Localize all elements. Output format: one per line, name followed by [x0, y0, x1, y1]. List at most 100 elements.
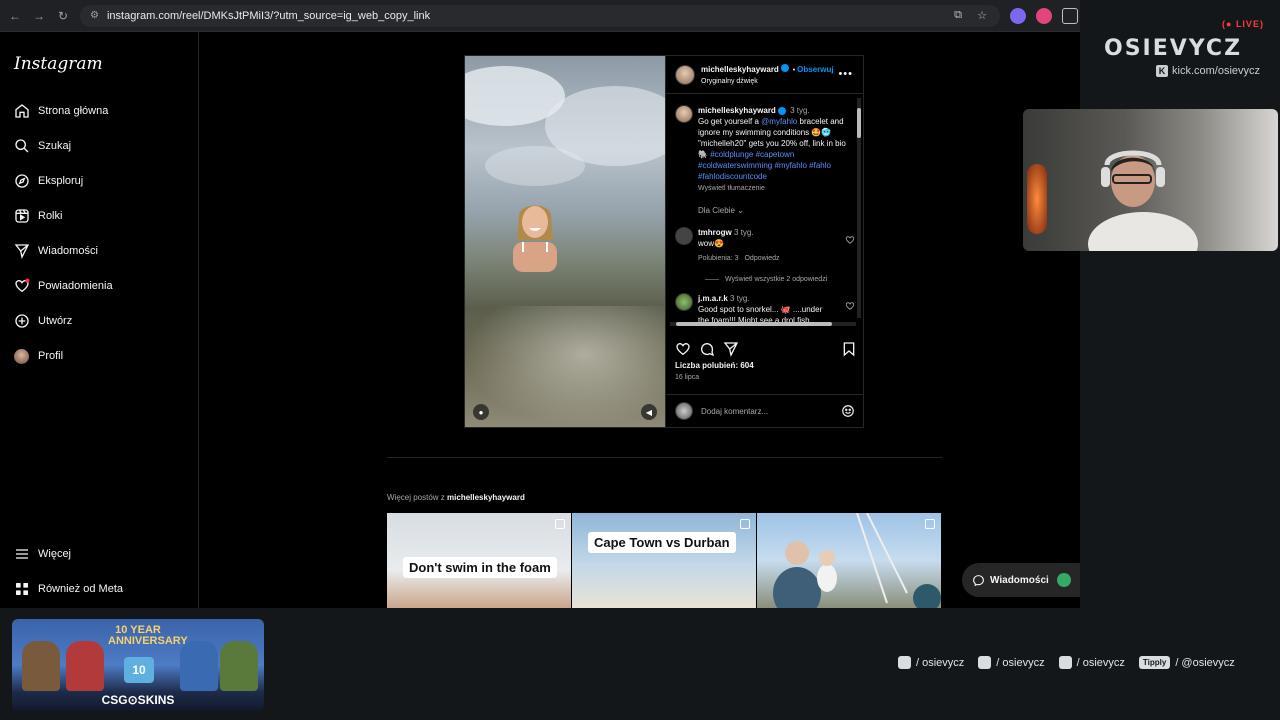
vertical-scrollbar[interactable]: [857, 98, 861, 318]
more-options-icon[interactable]: •••: [838, 68, 853, 80]
sidebar: Instagram Strona główna Szukaj Eksploruj…: [0, 32, 199, 608]
back-icon[interactable]: ←: [6, 7, 24, 25]
sidebar-item-home[interactable]: Strona główna: [14, 101, 108, 121]
social-instagram: / osievycz: [898, 656, 964, 669]
address-bar[interactable]: ⚙ instagram.com/reel/DMKsJtPMiI3/?utm_so…: [80, 4, 1000, 27]
like-comment-icon[interactable]: [845, 235, 855, 245]
messages-button[interactable]: Wiadomości: [962, 563, 1080, 597]
forward-icon[interactable]: →: [30, 7, 48, 25]
sidebar-item-meta[interactable]: Również od Meta: [14, 579, 123, 599]
comment-text: wow😍: [698, 239, 724, 248]
extension-icon[interactable]: [1010, 7, 1026, 24]
site-info-icon[interactable]: ⚙: [90, 10, 99, 21]
mute-icon[interactable]: ◀: [641, 404, 657, 420]
sidebar-item-label: Powiadomienia: [38, 280, 113, 292]
cartoon-character: [180, 641, 218, 691]
caption: michelleskyhayward 3 tyg. Go get yoursel…: [675, 105, 855, 194]
sidebar-item-profile[interactable]: Profil: [14, 346, 63, 366]
likes-count[interactable]: Liczba polubień: 604: [675, 361, 754, 370]
like-comment-icon[interactable]: [845, 301, 855, 311]
post-username[interactable]: michelleskyhayward: [701, 65, 779, 74]
sidebar-item-notifications[interactable]: Powiadomienia: [14, 276, 113, 296]
sidebar-item-label: Wiadomości: [38, 245, 98, 257]
messages-label: Wiadomości: [990, 574, 1049, 586]
comment-icon[interactable]: [699, 341, 715, 357]
share-icon[interactable]: [723, 341, 739, 357]
bookmark-star-icon[interactable]: ☆: [974, 9, 990, 22]
view-replies-button[interactable]: Wyświetl wszystkie 2 odpowiedzi: [705, 276, 855, 283]
sidebar-item-explore[interactable]: Eksploruj: [14, 171, 83, 191]
reel-icon: [740, 519, 750, 529]
mention-link[interactable]: @myfahlo: [761, 117, 797, 126]
avatar: [14, 348, 29, 364]
sidebar-item-reels[interactable]: Rolki: [14, 206, 62, 226]
reel-video[interactable]: ● ◀: [465, 56, 665, 427]
comment-time: 3 tyg.: [734, 228, 754, 237]
post-header: michelleskyhayward • Obserwuj Oryginalny…: [666, 56, 863, 94]
anniversary-text: 10 YEAR ANNIVERSARY: [108, 624, 188, 647]
sidebar-item-messages[interactable]: Wiadomości: [14, 241, 98, 261]
sidebar-item-label: Eksploruj: [38, 175, 84, 187]
more-post-thumbnail[interactable]: Don't swim in the foam: [387, 513, 571, 608]
translate-link[interactable]: Wyświetl tłumaczenie: [698, 185, 765, 192]
comment-time: 3 tyg.: [730, 294, 750, 303]
more-posts-label: Więcej postów z michelleskyhayward: [387, 493, 525, 502]
avatar[interactable]: [675, 64, 695, 85]
verified-icon: [777, 106, 786, 115]
messenger-icon: [973, 574, 984, 586]
caption-username[interactable]: michelleskyhayward: [698, 106, 776, 115]
social-links: / osievycz / osievycz / osievycz Tipply /…: [898, 656, 1249, 669]
avatar[interactable]: [675, 293, 693, 311]
horizontal-scrollbar[interactable]: [670, 322, 856, 326]
grid-icon: [16, 583, 28, 595]
thumbnail-people: [773, 513, 941, 608]
more-post-thumbnail[interactable]: Cape Town vs Durban: [572, 513, 756, 608]
sidebar-item-label: Szukaj: [38, 140, 72, 152]
audio-label[interactable]: Oryginalny dźwięk: [701, 76, 834, 87]
emoji-icon[interactable]: [841, 404, 855, 418]
sidebar-item-more[interactable]: Więcej: [14, 544, 71, 564]
sidebar-item-label: Również od Meta: [38, 583, 123, 595]
reels-icon: [15, 209, 29, 223]
tiktok-icon: [978, 656, 992, 669]
user-tag-icon[interactable]: ●: [473, 404, 489, 420]
sidebar-item-label: Rolki: [38, 210, 63, 222]
add-comment-bar: [666, 394, 864, 427]
instagram-page: Instagram Strona główna Szukaj Eksploruj…: [0, 32, 1080, 608]
reload-icon[interactable]: ↻: [54, 7, 72, 25]
hashtag-links[interactable]: #coldplunge #capetown #coldwaterswimming…: [698, 150, 831, 181]
comments-list: michelleskyhayward 3 tyg. Go get yoursel…: [666, 95, 864, 323]
comment-input[interactable]: [701, 406, 831, 416]
save-icon[interactable]: [841, 341, 857, 357]
extension-icon[interactable]: [1036, 7, 1052, 24]
sponsor-banner[interactable]: 10 YEAR ANNIVERSARY 10 CSG⊙SKINS: [12, 619, 264, 711]
more-post-thumbnail[interactable]: [757, 513, 941, 608]
sidebar-item-search[interactable]: Szukaj: [14, 136, 71, 156]
sidebar-item-label: Strona główna: [38, 105, 109, 117]
puzzle-icon[interactable]: [1062, 7, 1078, 24]
comment-username[interactable]: j.m.a.r.k: [698, 294, 728, 303]
like-icon[interactable]: [675, 341, 691, 357]
chevron-down-icon: ⌄: [737, 206, 744, 215]
plus-icon: [15, 314, 29, 328]
cartoon-character: [66, 641, 104, 691]
comment-likes[interactable]: Polubienia: 3: [698, 255, 738, 262]
comment: tmhrogw 3 tyg. wow😍 Polubienia: 3 Odpowie…: [675, 227, 855, 264]
comment-username[interactable]: tmhrogw: [698, 228, 732, 237]
follow-button[interactable]: Obserwuj: [797, 65, 833, 74]
instagram-logo[interactable]: Instagram: [14, 54, 103, 74]
post-date: 16 lipca: [675, 374, 700, 381]
sidebar-item-create[interactable]: Utwórz: [14, 311, 72, 331]
reply-button[interactable]: Odpowiedz: [744, 255, 779, 262]
caption-time: 3 tyg.: [790, 106, 810, 115]
install-icon[interactable]: ⧉: [950, 9, 966, 22]
avatar: [1056, 573, 1071, 587]
avatar[interactable]: [675, 227, 693, 245]
post-sidebar: michelleskyhayward • Obserwuj Oryginalny…: [665, 56, 864, 427]
more-posts-username[interactable]: michelleskyhayward: [447, 493, 525, 502]
avatar[interactable]: [675, 105, 693, 123]
live-badge: (● LIVE): [1222, 19, 1264, 29]
comment-filter[interactable]: Dla Ciebie ⌄: [698, 206, 855, 215]
cartoon-character: [220, 641, 258, 691]
streamer-brand: OSIEVYCZ: [1104, 36, 1243, 61]
